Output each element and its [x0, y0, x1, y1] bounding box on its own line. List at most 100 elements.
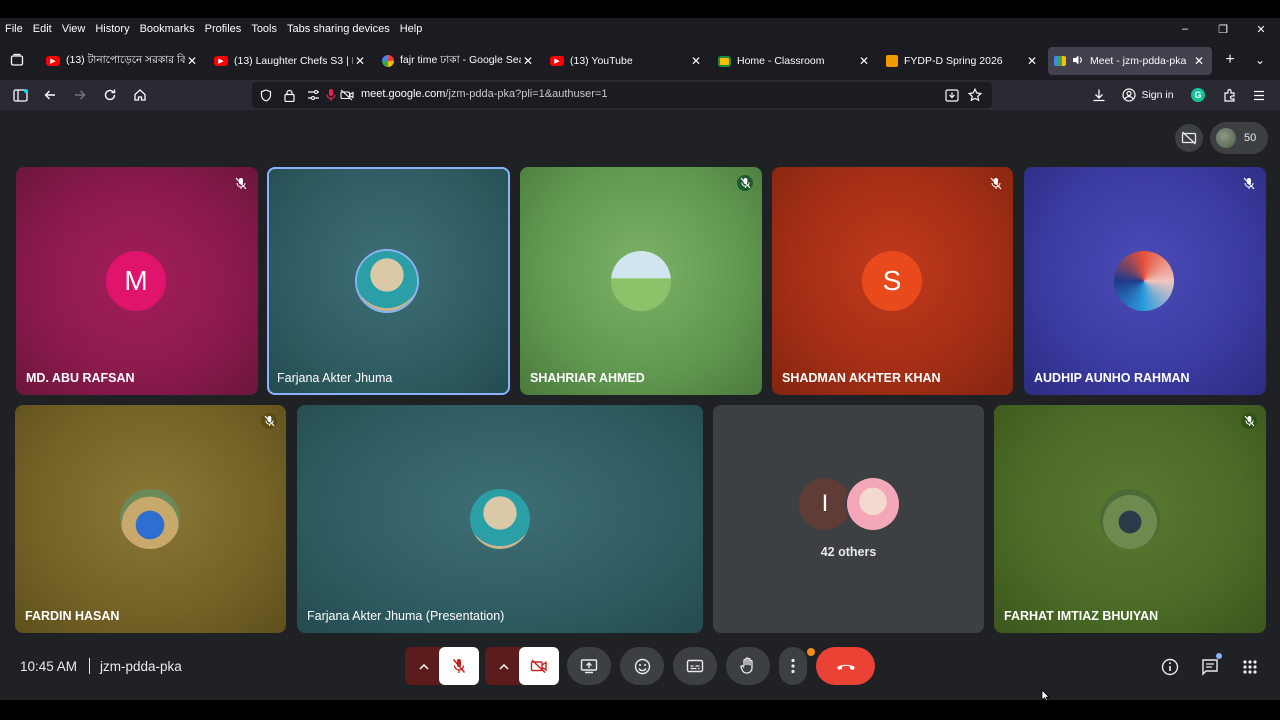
- mic-off-button[interactable]: [439, 647, 479, 685]
- speaker-icon[interactable]: [1072, 54, 1084, 69]
- raise-hand-button[interactable]: [726, 647, 770, 685]
- tab-google-search[interactable]: fajr time ঢাকা - Google Sea ✕: [376, 47, 541, 75]
- tab-title: fajr time ঢাকা - Google Sea: [400, 53, 521, 66]
- camera-off-button[interactable]: [519, 647, 559, 685]
- camera-control-group: [485, 647, 559, 685]
- tab-title: (13) টানাপোড়েনে সরকার কি: [66, 53, 185, 66]
- participant-tile-shadman[interactable]: S SHADMAN AKHTER KHAN: [772, 167, 1013, 395]
- menu-history[interactable]: History: [90, 23, 134, 35]
- lock-icon[interactable]: [279, 85, 299, 105]
- tab-meet[interactable]: Meet - jzm-pdda-pka ✕: [1048, 47, 1212, 75]
- tab-youtube-2[interactable]: ▶ (13) Laughter Chefs S3 | Ful ✕: [208, 47, 373, 75]
- classroom-icon: [718, 55, 731, 67]
- tab-list-button[interactable]: ⌄: [1250, 50, 1270, 70]
- close-tab-icon[interactable]: ✕: [353, 54, 367, 68]
- reactions-button[interactable]: [620, 647, 664, 685]
- participant-count: 50: [1244, 132, 1257, 144]
- close-tab-icon[interactable]: ✕: [521, 54, 535, 68]
- self-view-hidden-icon[interactable]: [1175, 124, 1203, 152]
- save-to-pocket-icon[interactable]: [942, 85, 962, 105]
- avatar: [470, 489, 530, 549]
- close-tab-icon[interactable]: ✕: [1025, 54, 1039, 68]
- google-icon: [382, 55, 394, 67]
- close-tab-icon[interactable]: ✕: [689, 54, 703, 68]
- restore-button[interactable]: ❐: [1204, 18, 1242, 40]
- participant-tile-fardin[interactable]: FARDIN HASAN: [15, 405, 286, 633]
- avatar: [120, 489, 180, 549]
- others-tile[interactable]: I 42 others: [713, 405, 984, 633]
- tab-title: FYDP-D Spring 2026: [904, 55, 1003, 67]
- tab-youtube-1[interactable]: ▶ (13) টানাপোড়েনে সরকার কি ✕: [40, 47, 205, 75]
- present-now-button[interactable]: [567, 647, 611, 685]
- close-tab-icon[interactable]: ✕: [857, 54, 871, 68]
- home-icon[interactable]: [130, 85, 150, 105]
- menu-profiles[interactable]: Profiles: [200, 23, 247, 35]
- menu-tools[interactable]: Tools: [246, 23, 282, 35]
- participant-name: SHADMAN AKHTER KHAN: [782, 371, 941, 385]
- close-tab-icon[interactable]: ✕: [1192, 54, 1206, 68]
- captions-icon: [686, 659, 704, 673]
- sidebar-toggle-icon[interactable]: [10, 85, 30, 105]
- participant-tile-abu-rafsan[interactable]: M MD. ABU RAFSAN: [16, 167, 258, 395]
- tab-classroom-home[interactable]: Home - Classroom ✕: [712, 47, 877, 75]
- more-vert-icon: [791, 658, 795, 674]
- tab-youtube-3[interactable]: ▶ (13) YouTube ✕: [544, 47, 709, 75]
- permissions-icon[interactable]: [303, 85, 323, 105]
- menu-tabs-sharing-devices[interactable]: Tabs sharing devices: [282, 23, 395, 35]
- avatar: [1100, 489, 1160, 549]
- back-icon[interactable]: [40, 85, 60, 105]
- camera-options-chevron-icon[interactable]: [491, 647, 517, 685]
- participant-tile-farjana[interactable]: Farjana Akter Jhuma: [267, 167, 510, 395]
- address-bar[interactable]: meet.google.com/jzm-pdda-pka?pli=1&authu…: [252, 82, 992, 108]
- tab-title: (13) Laughter Chefs S3 | Ful: [234, 55, 353, 67]
- tab-title: Meet - jzm-pdda-pka: [1090, 55, 1187, 67]
- account-icon: [1122, 88, 1137, 102]
- url-text[interactable]: meet.google.com/jzm-pdda-pka?pli=1&authu…: [361, 88, 607, 100]
- divider: [89, 658, 90, 674]
- close-window-button[interactable]: ✕: [1242, 18, 1280, 40]
- tab-fydp[interactable]: FYDP-D Spring 2026 ✕: [880, 47, 1045, 75]
- bookmark-star-icon[interactable]: [965, 85, 985, 105]
- minimize-button[interactable]: –: [1166, 18, 1204, 40]
- leave-call-button[interactable]: [816, 647, 875, 685]
- bottom-border: [0, 700, 1280, 720]
- forward-icon[interactable]: [70, 85, 90, 105]
- menu-edit[interactable]: Edit: [28, 23, 57, 35]
- participant-tile-shahriar[interactable]: SHAHRIAR AHMED: [520, 167, 762, 395]
- mic-options-chevron-icon[interactable]: [411, 647, 437, 685]
- mic-off-icon: [452, 659, 466, 673]
- extensions-icon[interactable]: [1220, 85, 1240, 105]
- close-tab-icon[interactable]: ✕: [185, 54, 199, 68]
- menu-file[interactable]: File: [0, 23, 28, 35]
- captions-button[interactable]: [673, 647, 717, 685]
- top-border: [0, 0, 1280, 18]
- tab-overview-icon[interactable]: [7, 50, 27, 70]
- menu-view[interactable]: View: [57, 23, 91, 35]
- reload-icon[interactable]: [100, 85, 120, 105]
- app-menu-icon[interactable]: [1249, 85, 1269, 105]
- new-tab-button[interactable]: +: [1220, 50, 1240, 70]
- tracking-protection-icon[interactable]: [256, 85, 276, 105]
- participant-name: MD. ABU RAFSAN: [26, 371, 135, 385]
- presentation-tile[interactable]: Farjana Akter Jhuma (Presentation): [297, 405, 703, 633]
- muted-mic-icon: [233, 175, 249, 191]
- chat-icon[interactable]: [1199, 653, 1222, 678]
- chat-notification-dot: [1216, 653, 1222, 659]
- camera-blocked-icon[interactable]: [337, 85, 357, 105]
- notification-dot: [807, 648, 815, 656]
- muted-mic-icon: [1241, 413, 1257, 429]
- sign-in-button[interactable]: Sign in: [1118, 83, 1178, 107]
- activities-grid-icon[interactable]: [1239, 656, 1261, 678]
- hand-icon: [740, 657, 753, 674]
- participant-tile-farhat[interactable]: FARHAT IMTIAZ BHUIYAN: [994, 405, 1266, 633]
- participants-button[interactable]: 50: [1210, 122, 1268, 154]
- more-options-button[interactable]: [779, 647, 815, 685]
- meeting-details-icon[interactable]: [1159, 656, 1181, 678]
- menu-bookmarks[interactable]: Bookmarks: [135, 23, 200, 35]
- tab-strip: ▶ (13) টানাপোড়েনে সরকার কি ✕ ▶ (13) Lau…: [0, 40, 1280, 80]
- downloads-icon[interactable]: [1089, 85, 1109, 105]
- grammarly-icon[interactable]: G: [1188, 85, 1208, 105]
- participant-tile-audhip[interactable]: AUDHIP AUNHO RAHMAN: [1024, 167, 1266, 395]
- menu-help[interactable]: Help: [395, 23, 428, 35]
- camera-off-icon: [530, 659, 547, 673]
